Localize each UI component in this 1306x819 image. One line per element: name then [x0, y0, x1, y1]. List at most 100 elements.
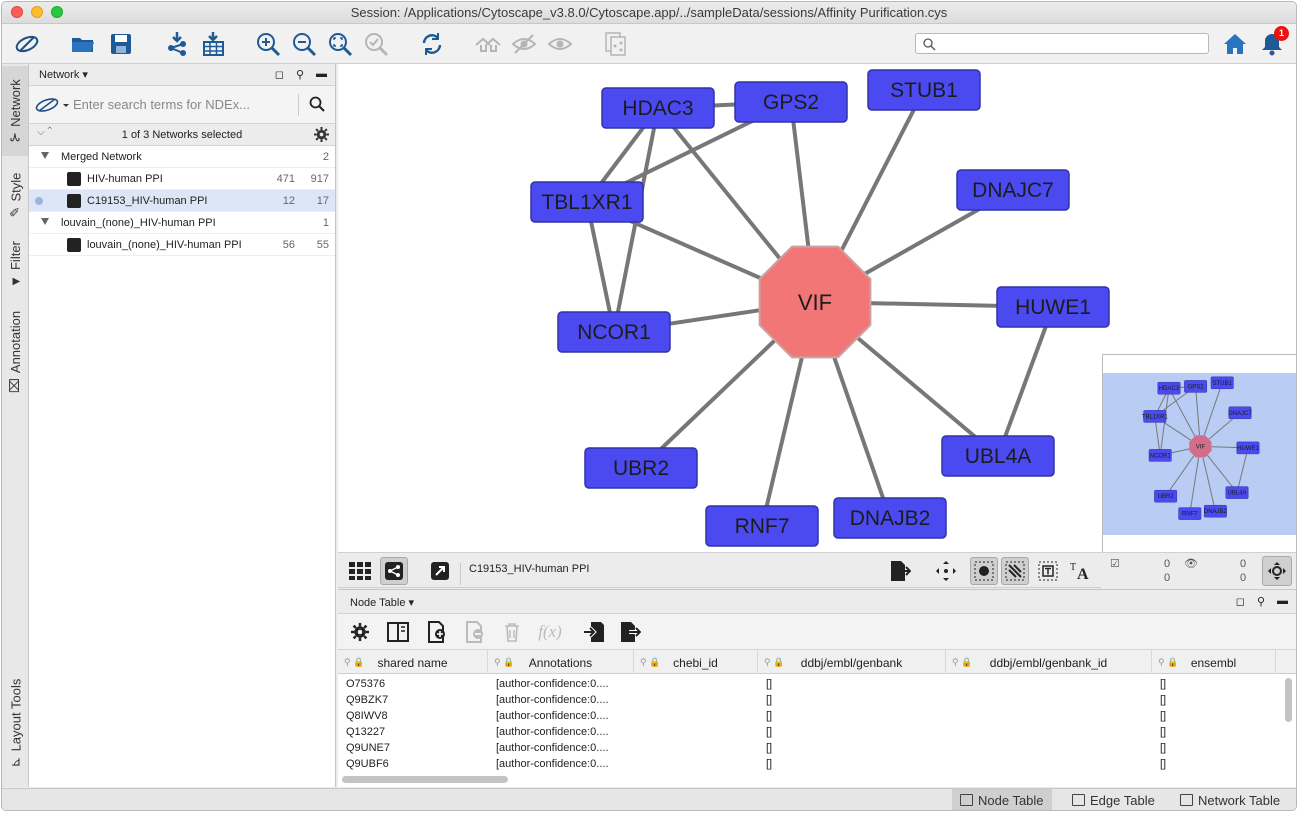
table-cell[interactable]: Q9UNE7: [346, 742, 390, 754]
node-hub-vif[interactable]: VIF: [1189, 435, 1212, 458]
node-label[interactable]: UBL4A: [1227, 491, 1246, 497]
ndex-search-input[interactable]: Enter search terms for NDEx...: [73, 94, 299, 116]
zoom-fit-icon[interactable]: [325, 29, 355, 59]
trash-icon[interactable]: [500, 620, 524, 644]
node-rnf7[interactable]: RNF7: [705, 505, 819, 547]
node-label[interactable]: RNF7: [1182, 512, 1198, 518]
table-row[interactable]: Q9UNE7 [author-confidence:0.... [] []: [338, 741, 1283, 757]
column-header-ensembl[interactable]: ⚲ 🔒 ensembl: [1152, 650, 1276, 674]
detach-view-icon[interactable]: [426, 557, 454, 585]
node-ubl4a[interactable]: UBL4A: [941, 435, 1055, 477]
ndex-source-selector-icon[interactable]: [33, 95, 71, 115]
node-label[interactable]: HUWE1: [1015, 296, 1091, 319]
gear-icon[interactable]: [348, 620, 372, 644]
vertical-scrollbar[interactable]: [1285, 678, 1292, 722]
table-cell[interactable]: []: [766, 678, 772, 690]
edge-huwe1-ubl4a[interactable]: [1236, 447, 1249, 493]
node-label[interactable]: NCOR1: [577, 321, 651, 344]
table-cell[interactable]: [author-confidence:0....: [496, 678, 609, 690]
export-table-icon[interactable]: [618, 620, 642, 644]
tree-collection-louvain[interactable]: louvain_(none)_HIV-human PPI 1: [29, 212, 335, 234]
network-panel-title[interactable]: Network ▾: [39, 68, 88, 81]
table-cell[interactable]: []: [1160, 678, 1166, 690]
node-label[interactable]: GPS2: [763, 91, 819, 114]
table-cell[interactable]: []: [1160, 742, 1166, 754]
table-row[interactable]: Q13227 [author-confidence:0.... [] []: [338, 725, 1283, 741]
vtab-network[interactable]: ⊱ Network: [2, 66, 28, 156]
table-cell[interactable]: O75376: [346, 678, 385, 690]
navigator-minimap[interactable]: HDAC3 GPS2 STUB1 TBL1XR1 DNAJC7 HUWE1 NCOR1 UBL…: [1103, 373, 1297, 535]
collapse-triangle-icon[interactable]: [41, 152, 49, 159]
node-label[interactable]: STUB1: [1213, 381, 1233, 387]
open-folder-icon[interactable]: [68, 29, 98, 59]
hub-label[interactable]: VIF: [798, 290, 832, 315]
node-label[interactable]: UBR2: [1158, 494, 1175, 500]
tab-network-table[interactable]: Network Table: [1172, 789, 1288, 810]
table-cell[interactable]: []: [766, 742, 772, 754]
column-header-chebi-id[interactable]: ⚲ 🔒 chebi_id: [634, 650, 758, 674]
tree-collection-merged[interactable]: Merged Network 2: [29, 146, 335, 168]
node-dnajc7[interactable]: DNAJC7: [956, 169, 1070, 211]
node-rnf7[interactable]: RNF7: [1178, 507, 1202, 520]
table-cell[interactable]: []: [766, 694, 772, 706]
table-row[interactable]: Q8IWV8 [author-confidence:0.... [] []: [338, 709, 1283, 725]
grid-view-icon[interactable]: [346, 557, 374, 585]
function-builder-icon[interactable]: f(x): [534, 620, 566, 644]
export-image-icon[interactable]: [886, 557, 914, 585]
node-dnajb2[interactable]: DNAJB2: [833, 497, 947, 539]
node-gps2[interactable]: GPS2: [734, 81, 848, 123]
node-label[interactable]: DNAJC7: [1228, 411, 1252, 417]
hub-label[interactable]: VIF: [1196, 444, 1206, 450]
node-label[interactable]: UBL4A: [965, 445, 1032, 468]
notifications-bell-icon[interactable]: 1: [1257, 26, 1289, 59]
node-label[interactable]: DNAJC7: [972, 179, 1054, 202]
zoom-selected-icon[interactable]: [361, 29, 391, 59]
node-label[interactable]: STUB1: [890, 79, 958, 102]
table-cell[interactable]: []: [766, 758, 772, 770]
node-huwe1[interactable]: HUWE1: [996, 286, 1110, 328]
table-cell[interactable]: []: [1160, 758, 1166, 770]
select-edges-icon[interactable]: [1001, 557, 1029, 585]
float-panel-icon[interactable]: ◻: [275, 68, 284, 81]
layout-arrows-icon[interactable]: [932, 557, 960, 585]
node-gps2[interactable]: GPS2: [1184, 380, 1208, 393]
tree-network-c19153[interactable]: C19153_HIV-human PPI 12 17: [29, 190, 335, 212]
minimize-panel-icon[interactable]: ▬: [1277, 595, 1288, 608]
vtab-layout-tools[interactable]: ⊾ Layout Tools: [2, 664, 28, 782]
node-label[interactable]: GPS2: [1188, 384, 1205, 390]
network-navigator[interactable]: HDAC3 GPS2 STUB1 TBL1XR1 DNAJC7 HUWE1 NCOR1 UBL…: [1102, 354, 1296, 552]
vtab-style[interactable]: ✎ Style: [2, 160, 28, 230]
import-table-icon[interactable]: [582, 620, 606, 644]
node-label[interactable]: HUWE1: [1237, 446, 1259, 452]
table-cell[interactable]: Q8IWV8: [346, 710, 388, 722]
node-ubl4a[interactable]: UBL4A: [1225, 486, 1249, 499]
home-icon[interactable]: [1220, 29, 1250, 59]
node-stub1[interactable]: STUB1: [1210, 376, 1234, 390]
vtab-annotation[interactable]: ⌧ Annotation: [2, 300, 28, 404]
show-all-icon[interactable]: [473, 29, 503, 59]
node-stub1[interactable]: STUB1: [867, 69, 981, 111]
table-cell[interactable]: Q9BZK7: [346, 694, 388, 706]
node-ubr2[interactable]: UBR2: [1154, 489, 1178, 503]
column-header-annotations[interactable]: ⚲ 🔒 Annotations: [488, 650, 634, 674]
node-label[interactable]: TBL1XR1: [1142, 414, 1169, 420]
node-ubr2[interactable]: UBR2: [584, 447, 698, 489]
show-columns-icon[interactable]: [386, 620, 410, 644]
table-cell[interactable]: []: [766, 710, 772, 722]
show-selected-icon[interactable]: [545, 29, 575, 59]
node-hub-vif[interactable]: VIF: [758, 245, 872, 359]
import-table-icon[interactable]: [198, 29, 228, 59]
node-label[interactable]: RNF7: [735, 515, 790, 538]
table-cell[interactable]: []: [766, 726, 772, 738]
node-hdac3[interactable]: HDAC3: [601, 87, 715, 129]
node-label[interactable]: HDAC3: [622, 97, 693, 120]
node-label[interactable]: DNAJB2: [850, 507, 931, 530]
zoom-in-icon[interactable]: [253, 29, 283, 59]
node-label[interactable]: UBR2: [613, 457, 669, 480]
collapse-triangle-icon[interactable]: [41, 218, 49, 225]
node-label[interactable]: DNAJB2: [1204, 509, 1228, 515]
table-row[interactable]: O75376 [author-confidence:0.... [] []: [338, 677, 1283, 693]
table-cell[interactable]: [author-confidence:0....: [496, 710, 609, 722]
node-label[interactable]: HDAC3: [1159, 386, 1180, 392]
save-icon[interactable]: [106, 29, 136, 59]
